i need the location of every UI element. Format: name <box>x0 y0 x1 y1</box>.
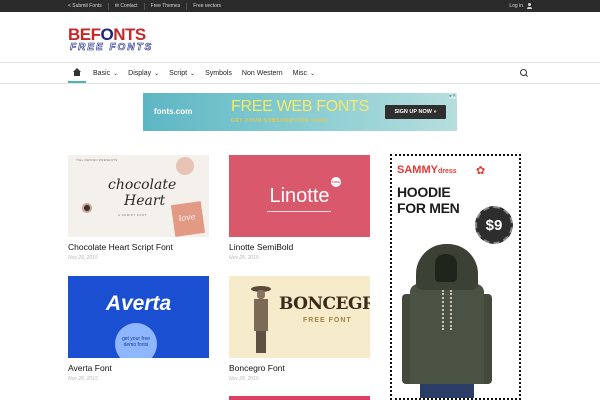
coffee-cup-graphic <box>82 203 92 213</box>
thumb-script-line2: Heart <box>124 193 166 209</box>
thumb-byline: A SCRIPT FONT <box>118 213 148 217</box>
thumb-font-name: Linotte <box>269 185 330 207</box>
banner-signup-button[interactable]: SIGN UP NOW » <box>385 105 446 119</box>
thumb-caption: TIEL DESIGN PRESENTS <box>76 158 118 162</box>
post-thumbnail[interactable]: TIEL DESIGN PRESENTS chocolate Heart A S… <box>68 155 209 237</box>
post-thumbnail[interactable]: BONCEGRO FREE FONT <box>229 276 370 358</box>
cowboy-illustration <box>251 282 271 356</box>
paper-graphic: love <box>170 201 206 237</box>
paper-text: love <box>178 211 196 224</box>
nav-basic[interactable]: Basic ⌄ <box>88 63 123 83</box>
hoodie-buttons <box>442 290 452 330</box>
site-logo[interactable]: BEFONTS FREE FONTS <box>68 26 180 56</box>
post-date: Nov 28, 2015 <box>229 376 259 382</box>
nav-display[interactable]: Display ⌄ <box>123 63 164 83</box>
jeans-graphic <box>420 384 474 398</box>
seal-text: get your free demo fonts <box>121 336 151 348</box>
nav-symbols-label: Symbols <box>205 69 232 77</box>
post-date: Nov 28, 2015 <box>68 255 98 261</box>
submit-fonts-link[interactable]: < Submit Fonts <box>68 2 109 10</box>
free-vectors-link[interactable]: Free vectors <box>187 3 227 10</box>
post-card[interactable]: Linotte FREE Linotte SemiBold Nov 28, 20… <box>229 155 370 265</box>
post-date: Nov 28, 2015 <box>229 255 259 261</box>
post-title[interactable]: Chocolate Heart Script Font <box>68 242 173 252</box>
chevron-down-icon: ⌄ <box>154 70 160 77</box>
nav-home[interactable] <box>68 63 86 83</box>
post-card[interactable]: TIEL DESIGN PRESENTS chocolate Heart A S… <box>68 155 209 265</box>
chevron-down-icon: ⌄ <box>190 70 196 77</box>
free-badge: FREE <box>331 177 341 187</box>
nav-non-western[interactable]: Non Western <box>237 63 288 83</box>
mug-graphic <box>176 157 194 175</box>
ad-choices-icon[interactable]: ▸✕ <box>449 93 457 99</box>
chevron-down-icon: ⌄ <box>113 70 119 77</box>
login-label: Log in <box>509 3 523 9</box>
nav-script-label: Script <box>169 69 188 77</box>
post-thumbnail-partial[interactable] <box>229 396 370 400</box>
nav-display-label: Display <box>128 69 152 77</box>
ad-brand-name: SAMMY <box>397 164 438 176</box>
nav-script[interactable]: Script ⌄ <box>164 63 200 83</box>
chevron-down-icon: ⌄ <box>310 70 316 77</box>
post-card[interactable]: Averta get your free demo fonts Averta F… <box>68 276 209 386</box>
post-title[interactable]: Averta Font <box>68 363 112 373</box>
banner-headline: FREE WEB FONTS <box>231 98 370 115</box>
price-badge: $9 <box>475 206 513 244</box>
ad-headline-2: FOR MEN <box>397 200 460 216</box>
login-link[interactable]: Log in <box>509 0 532 12</box>
free-themes-link[interactable]: Free Themes <box>145 2 188 10</box>
home-icon <box>72 68 82 76</box>
nav-misc-label: Misc <box>292 69 308 77</box>
post-thumbnail[interactable]: Linotte FREE <box>229 155 370 237</box>
thumb-script-line1: chocolate <box>108 177 177 193</box>
flower-icon: ✿ <box>476 165 486 177</box>
ad-brand: SAMMYdress <box>397 164 457 176</box>
post-card[interactable]: BONCEGRO FREE FONT Boncegro Font Nov 28,… <box>229 276 370 386</box>
thumb-font-name: Averta <box>105 292 172 315</box>
nav-symbols[interactable]: Symbols <box>200 63 237 83</box>
main-nav: Basic ⌄ Display ⌄ Script ⌄ Symbols Non W… <box>0 62 600 84</box>
top-bar: < Submit Fonts ✉ Contact Free Themes Fre… <box>0 0 600 12</box>
post-title[interactable]: Boncegro Font <box>229 363 285 373</box>
nav-basic-label: Basic <box>93 69 111 77</box>
hood-opening <box>435 254 457 282</box>
banner-subline: GET YOUR SUBSCRIPTION Today <box>231 118 329 124</box>
post-title[interactable]: Linotte SemiBold <box>229 242 293 252</box>
user-icon <box>526 3 532 9</box>
thumb-subtitle: FREE FONT <box>303 317 352 324</box>
logo-tagline: FREE FONTS <box>70 42 154 54</box>
underline-decoration <box>267 211 331 212</box>
nav-misc[interactable]: Misc ⌄ <box>288 63 320 83</box>
top-links: < Submit Fonts ✉ Contact Free Themes Fre… <box>68 0 227 12</box>
ad-brand-suffix: dress <box>437 168 457 175</box>
contact-link[interactable]: ✉ Contact <box>109 2 145 10</box>
banner-brand: fonts.com <box>154 107 193 116</box>
search-icon[interactable] <box>520 69 528 77</box>
post-thumbnail[interactable]: Averta get your free demo fonts <box>68 276 209 358</box>
ad-headline-1: HOODIE <box>397 184 451 200</box>
sidebar-ad[interactable]: SAMMYdress ✿ HOODIE FOR MEN $9 <box>390 154 521 400</box>
thumb-font-name: BONCEGRO <box>279 294 370 314</box>
nav-non-western-label: Non Western <box>241 69 283 77</box>
post-date: Nov 28, 2015 <box>68 376 98 382</box>
seal-badge: get your free demo fonts <box>115 323 157 358</box>
ad-banner[interactable]: fonts.com FREE WEB FONTS GET YOUR SUBSCR… <box>143 93 457 131</box>
